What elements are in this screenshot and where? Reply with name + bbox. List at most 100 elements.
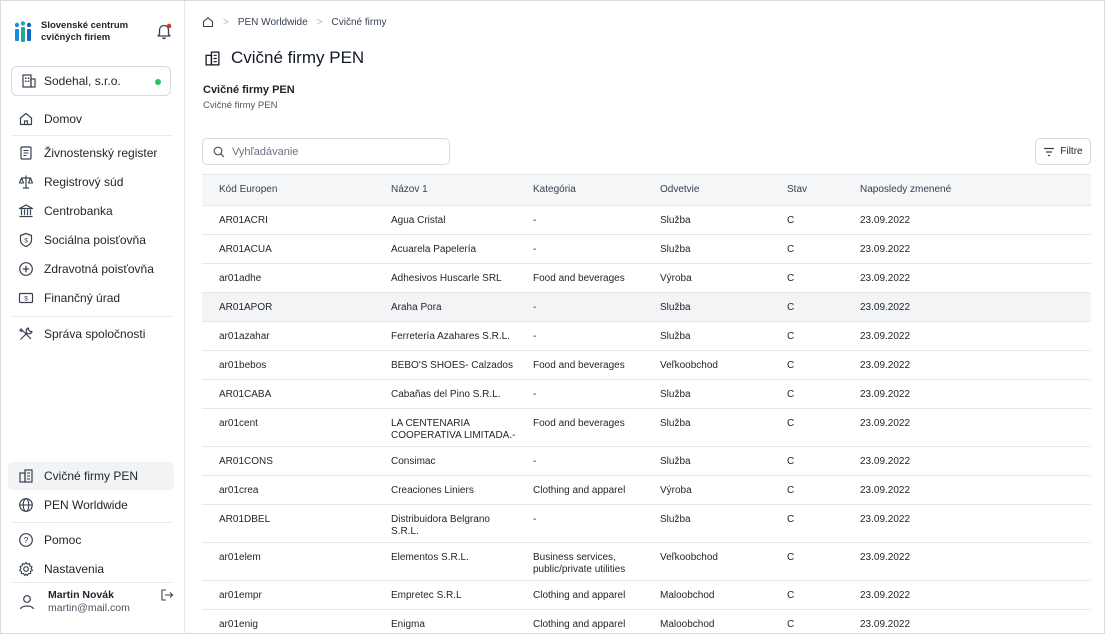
sidebar-item-pen-firms[interactable]: Cvičné firmy PEN xyxy=(18,465,178,487)
cell-name: Enigma xyxy=(374,609,516,634)
cell-category: - xyxy=(516,321,643,351)
brand-name: Slovenské centrum cvičných firiem xyxy=(41,20,129,43)
breadcrumb: > PEN Worldwide > Cvičné firmy xyxy=(202,14,387,30)
section-title: Cvičné firmy PEN xyxy=(203,84,295,96)
sidebar-item-home[interactable]: Domov xyxy=(18,108,178,130)
sidebar-item-label: Sociálna poisťovňa xyxy=(44,233,146,247)
svg-text:$: $ xyxy=(24,238,28,245)
cell-code: ar01empr xyxy=(202,580,374,610)
cell-sector: Služba xyxy=(643,408,770,447)
filter-button[interactable]: Filtre xyxy=(1035,138,1091,165)
cell-date: 23.09.2022 xyxy=(843,350,1091,380)
table-row[interactable]: ar01empr Empretec S.R.L Clothing and appar… xyxy=(202,580,1091,610)
svg-text:?: ? xyxy=(24,535,29,545)
cell-category: Clothing and apparel xyxy=(516,475,643,505)
cell-date: 23.09.2022 xyxy=(843,542,1091,581)
table-row[interactable]: ar01elem Elementos S.R.L. Business service… xyxy=(202,542,1091,581)
sidebar-item-label: Domov xyxy=(44,112,83,126)
page-title-text: Cvičné firmy PEN xyxy=(231,48,365,67)
buildings-icon xyxy=(204,50,221,67)
table-row[interactable]: ar01adhe Adhesivos Huscarle SRL Food and b… xyxy=(202,263,1091,293)
column-header-category[interactable]: Kategória xyxy=(516,175,643,206)
company-switcher[interactable]: Sodehal, s.r.o. xyxy=(11,66,171,96)
sidebar-item-label: Finančný úrad xyxy=(44,291,121,305)
cell-name: Empretec S.R.L xyxy=(374,580,516,610)
sidebar-item-pen-worldwide[interactable]: PEN Worldwide xyxy=(18,494,178,516)
cell-status: C xyxy=(770,580,843,610)
sidebar-item-tax-office[interactable]: $ Finančný úrad xyxy=(18,287,178,309)
sidebar-item-registry-court[interactable]: Registrový súd xyxy=(18,171,178,193)
cell-status: C xyxy=(770,350,843,380)
cell-date: 23.09.2022 xyxy=(843,379,1091,409)
banknote-icon: $ xyxy=(18,290,34,306)
cell-category: - xyxy=(516,504,643,543)
table-row[interactable]: AR01DBEL Distribuidora Belgrano S.R.L. - Sl… xyxy=(202,504,1091,543)
health-cross-icon xyxy=(18,261,34,277)
sidebar-item-help[interactable]: ? Pomoc xyxy=(18,529,178,551)
cell-category: Clothing and apparel xyxy=(516,609,643,634)
cell-category: - xyxy=(516,379,643,409)
column-header-code[interactable]: Kód Europen xyxy=(202,175,374,206)
cell-sector: Služba xyxy=(643,321,770,351)
table-row[interactable]: ar01enig Enigma Clothing and apparel Maloob… xyxy=(202,609,1091,634)
sidebar-item-label: Živnostenský register xyxy=(44,146,158,160)
table-row[interactable]: AR01ACRI Agua Cristal - Služba C 23.09.2022 xyxy=(202,205,1091,235)
cell-status: C xyxy=(770,205,843,235)
breadcrumb-current[interactable]: Cvičné firmy xyxy=(332,17,387,28)
cell-code: ar01bebos xyxy=(202,350,374,380)
cell-name: Araha Pora xyxy=(374,292,516,322)
cell-sector: Služba xyxy=(643,446,770,476)
home-icon[interactable] xyxy=(202,16,214,28)
user-profile[interactable]: Martin Novák martin@mail.com xyxy=(18,583,178,621)
help-icon: ? xyxy=(18,532,34,548)
cell-date: 23.09.2022 xyxy=(843,321,1091,351)
sidebar-item-health-insurance[interactable]: Zdravotná poisťovňa xyxy=(18,258,178,280)
column-header-last-modified[interactable]: Naposledy zmenené xyxy=(843,175,1091,206)
cell-category: Food and beverages xyxy=(516,263,643,293)
cell-code: ar01enig xyxy=(202,609,374,634)
sidebar-item-central-bank[interactable]: Centrobanka xyxy=(18,200,178,222)
search-input[interactable] xyxy=(232,145,442,158)
table-row[interactable]: AR01CONS Consimac - Služba C 23.09.2022 xyxy=(202,446,1091,476)
table-row[interactable]: AR01CABA Cabañas del Pino S.R.L. - Služba C 2… xyxy=(202,379,1091,409)
cell-category: - xyxy=(516,292,643,322)
table-row[interactable]: ar01bebos BEBO'S SHOES- Calzados Food and … xyxy=(202,350,1091,380)
cell-sector: Maloobchod xyxy=(643,609,770,634)
cell-date: 23.09.2022 xyxy=(843,205,1091,235)
sidebar-item-trade-register[interactable]: Živnostenský register xyxy=(18,142,178,164)
building-icon xyxy=(21,73,37,89)
breadcrumb-link-pen-worldwide[interactable]: PEN Worldwide xyxy=(238,17,308,28)
search-box[interactable] xyxy=(202,138,450,165)
notification-bell-icon[interactable] xyxy=(155,22,173,40)
section-subtitle: Cvičné firmy PEN xyxy=(203,100,278,111)
cell-category: Clothing and apparel xyxy=(516,580,643,610)
table-row[interactable]: ar01azahar Ferretería Azahares S.R.L. - Slu… xyxy=(202,321,1091,351)
column-header-sector[interactable]: Odvetvie xyxy=(643,175,770,206)
brand: Slovenské centrum cvičných firiem xyxy=(14,8,179,56)
cell-code: ar01azahar xyxy=(202,321,374,351)
table-row[interactable]: AR01APOR Araha Pora - Služba C 23.09.2022 xyxy=(202,292,1091,322)
table-row[interactable]: AR01ACUA Acuarela Papelería - Služba C 23.09.… xyxy=(202,234,1091,264)
main-content: > PEN Worldwide > Cvičné firmy Cvičné fi… xyxy=(186,0,1105,634)
cell-status: C xyxy=(770,234,843,264)
sidebar-item-company-management[interactable]: Správa spoločnosti xyxy=(18,323,178,345)
cell-sector: Maloobchod xyxy=(643,580,770,610)
divider xyxy=(12,135,172,136)
cell-sector: Služba xyxy=(643,292,770,322)
bank-icon xyxy=(18,203,34,219)
cell-code: AR01DBEL xyxy=(202,504,374,543)
column-header-name[interactable]: Názov 1 xyxy=(374,175,516,206)
cell-date: 23.09.2022 xyxy=(843,475,1091,505)
cell-name: LA CENTENARIA COOPERATIVA LIMITADA.- xyxy=(374,408,516,447)
cell-name: Distribuidora Belgrano S.R.L. xyxy=(374,504,516,543)
sidebar-item-social-insurance[interactable]: $ Sociálna poisťovňa xyxy=(18,229,178,251)
table-row[interactable]: ar01cent LA CENTENARIA COOPERATIVA LIMITA… xyxy=(202,408,1091,447)
logout-icon[interactable] xyxy=(160,588,174,602)
sidebar-item-settings[interactable]: Nastavenia xyxy=(18,558,178,580)
document-icon xyxy=(18,145,34,161)
cell-name: Elementos S.R.L. xyxy=(374,542,516,581)
table-row[interactable]: ar01crea Creaciones Liniers Clothing and a… xyxy=(202,475,1091,505)
user-email: martin@mail.com xyxy=(48,602,130,614)
cell-status: C xyxy=(770,321,843,351)
column-header-status[interactable]: Stav xyxy=(770,175,843,206)
